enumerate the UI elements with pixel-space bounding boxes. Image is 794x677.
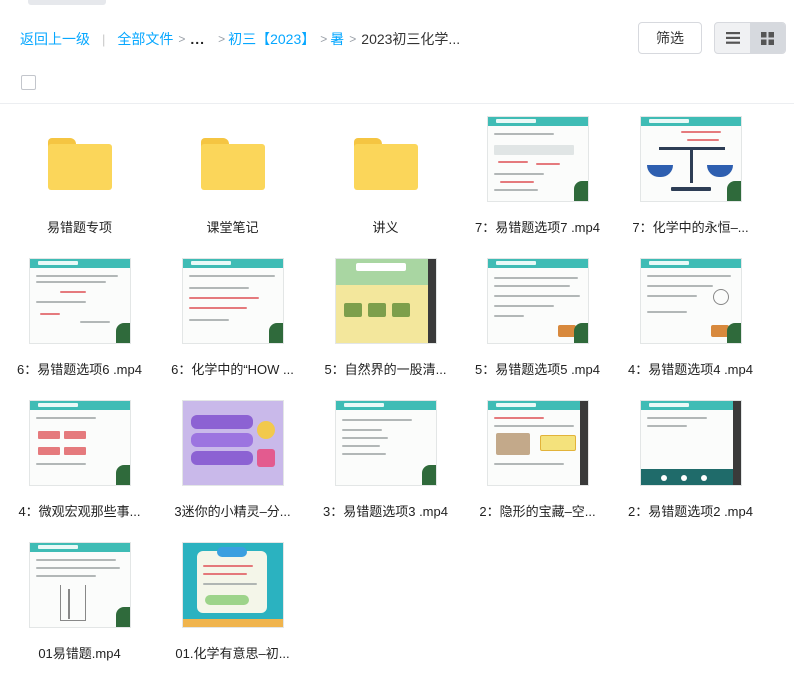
breadcrumb-ellipsis[interactable]: ... — [190, 31, 205, 47]
folder-item[interactable]: 易错题专项 — [3, 104, 156, 246]
video-thumbnail — [334, 258, 437, 344]
video-thumbnail — [28, 400, 131, 486]
file-name: 3迷你的小精灵–分... — [174, 504, 291, 519]
video-item[interactable]: 6：易错题选项6 .mp4 — [3, 246, 156, 388]
breadcrumb: 返回上一级 | 全部文件 > ... > 初三【2023】 > 暑 > 2023… — [20, 29, 460, 49]
folder-thumb — [156, 104, 309, 214]
select-all-checkbox[interactable] — [21, 75, 36, 90]
video-item[interactable]: 5：自然界的一股清... — [309, 246, 462, 388]
video-item[interactable]: 7：化学中的永恒–... — [614, 104, 767, 246]
back-link[interactable]: 返回上一级 — [20, 29, 90, 49]
video-thumbnail — [639, 116, 742, 202]
file-name: 6：化学中的“HOW ... — [171, 362, 294, 377]
chevron-right-icon: > — [320, 32, 328, 46]
breadcrumb-current: 2023初三化学... — [361, 31, 461, 47]
folder-thumb — [3, 104, 156, 214]
toolbar: 返回上一级 | 全部文件 > ... > 初三【2023】 > 暑 > 2023… — [0, 14, 794, 64]
video-item[interactable]: 4：易错题选项4 .mp4 — [614, 246, 767, 388]
video-item[interactable]: 01.化学有意思–初... — [156, 530, 309, 672]
list-view-button[interactable] — [715, 23, 750, 53]
grid-icon — [761, 31, 774, 45]
file-name: 7：化学中的永恒–... — [632, 220, 749, 235]
video-thumbnail — [181, 542, 284, 628]
chevron-right-icon: > — [349, 32, 357, 46]
file-name: 5：易错题选项5 .mp4 — [475, 362, 600, 377]
file-name: 7：易错题选项7 .mp4 — [475, 220, 600, 235]
list-icon — [725, 32, 740, 44]
folder-icon — [353, 138, 418, 190]
view-toggle — [714, 22, 786, 54]
video-item[interactable]: 2：隐形的宝藏–空... — [461, 388, 614, 530]
video-thumbnail — [486, 116, 589, 202]
file-name: 2：隐形的宝藏–空... — [479, 504, 596, 519]
video-item[interactable]: 4：微观宏观那些事... — [3, 388, 156, 530]
video-item[interactable]: 7：易错题选项7 .mp4 — [461, 104, 614, 246]
breadcrumb-all-files[interactable]: 全部文件 — [117, 29, 173, 49]
select-all-row — [0, 64, 794, 104]
folder-icon — [47, 138, 112, 190]
file-name: 讲义 — [372, 220, 399, 235]
video-thumbnail — [181, 400, 284, 486]
folder-item[interactable]: 课堂笔记 — [156, 104, 309, 246]
file-name: 5：自然界的一股清... — [324, 362, 447, 377]
breadcrumb-level2[interactable]: 暑 — [330, 29, 344, 49]
filter-button[interactable]: 筛选 — [638, 22, 702, 54]
chevron-right-icon: > — [218, 32, 226, 46]
folder-item[interactable]: 讲义 — [309, 104, 462, 246]
folder-thumb — [309, 104, 462, 214]
window-tab[interactable] — [28, 0, 106, 5]
video-thumbnail — [639, 400, 742, 486]
video-item[interactable]: 01易错题.mp4 — [3, 530, 156, 672]
video-thumbnail — [181, 258, 284, 344]
file-name: 2：易错题选项2 .mp4 — [628, 504, 753, 519]
video-item[interactable]: 6：化学中的“HOW ... — [156, 246, 309, 388]
grid-view-button[interactable] — [750, 23, 785, 53]
video-item[interactable]: 2：易错题选项2 .mp4 — [614, 388, 767, 530]
video-thumbnail — [334, 400, 437, 486]
video-item[interactable]: 3迷你的小精灵–分... — [156, 388, 309, 530]
video-thumbnail — [639, 258, 742, 344]
breadcrumb-level1[interactable]: 初三【2023】 — [228, 29, 315, 49]
window-top-strip — [0, 0, 794, 10]
video-item[interactable]: 3：易错题选项3 .mp4 — [309, 388, 462, 530]
file-name: 6：易错题选项6 .mp4 — [17, 362, 142, 377]
file-name: 4：易错题选项4 .mp4 — [628, 362, 753, 377]
breadcrumb-divider: | — [102, 31, 106, 47]
video-thumbnail — [28, 542, 131, 628]
file-name: 01易错题.mp4 — [38, 646, 121, 661]
video-item[interactable]: 5：易错题选项5 .mp4 — [461, 246, 614, 388]
video-thumbnail — [486, 258, 589, 344]
file-name: 4：微观宏观那些事... — [18, 504, 141, 519]
file-name: 01.化学有意思–初... — [175, 646, 290, 661]
video-thumbnail — [486, 400, 589, 486]
chevron-right-icon: > — [178, 32, 186, 46]
folder-icon — [200, 138, 265, 190]
file-name: 易错题专项 — [46, 220, 112, 235]
file-name: 3：易错题选项3 .mp4 — [323, 504, 448, 519]
video-thumbnail — [28, 258, 131, 344]
file-name: 课堂笔记 — [206, 220, 259, 235]
